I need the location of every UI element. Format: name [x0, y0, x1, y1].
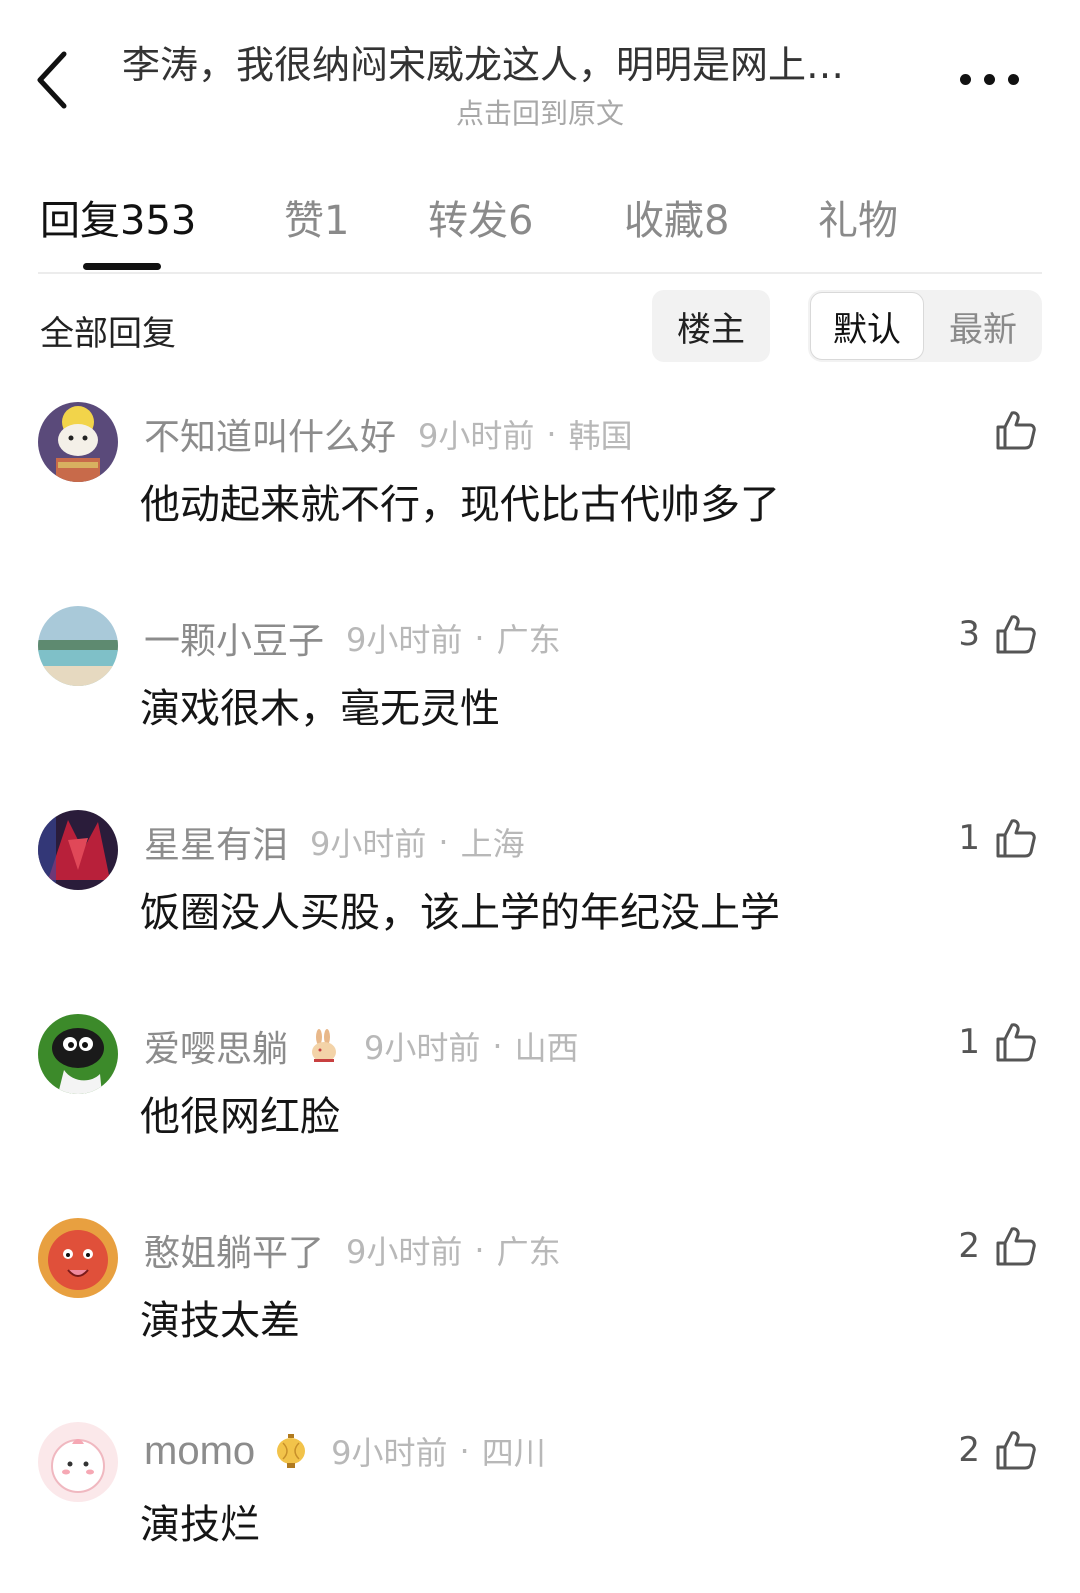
comment-text[interactable]: 演技烂 — [140, 1492, 260, 1550]
comment-text[interactable]: 饭圈没人买股，该上学的年纪没上学 — [140, 880, 780, 938]
tab-reposts[interactable]: 转发6 — [428, 188, 533, 246]
more-dots-icon — [960, 74, 971, 85]
sort-latest-button[interactable]: 最新 — [926, 292, 1040, 360]
username[interactable]: 憨姐躺平了 — [144, 1224, 324, 1276]
comment-item: momo 9小时前 · 四川 演技烂 2 — [0, 1422, 1080, 1592]
avatar[interactable] — [38, 606, 118, 686]
sort-toggle: 默认 最新 — [808, 290, 1042, 362]
rabbit-badge-icon — [312, 1029, 337, 1062]
more-button[interactable] — [960, 62, 1030, 98]
timestamp: 9小时前 — [346, 1233, 463, 1271]
sort-default-button[interactable]: 默认 — [810, 292, 924, 360]
avatar[interactable] — [38, 1218, 118, 1298]
thumbs-up-icon — [996, 411, 1036, 450]
divider — [38, 272, 1042, 274]
op-only-button[interactable]: 楼主 — [652, 290, 770, 362]
username[interactable]: 不知道叫什么好 — [144, 408, 396, 460]
like-button[interactable]: 1 — [958, 1020, 1038, 1064]
comment-text[interactable]: 演戏很木，毫无灵性 — [140, 676, 500, 734]
username[interactable]: 一颗小豆子 — [144, 612, 324, 664]
like-button[interactable]: 2 — [958, 1428, 1038, 1472]
comment-item: 爱嘤思躺 9小时前 · 山西 他很网红脸 1 — [0, 1014, 1080, 1184]
active-tab-indicator — [83, 263, 161, 270]
comment-text[interactable]: 演技太差 — [140, 1288, 300, 1346]
like-button[interactable] — [980, 408, 1038, 452]
back-to-original-link[interactable]: 点击回到原文 — [0, 92, 1080, 132]
location: 山西 — [514, 1029, 579, 1067]
timestamp: 9小时前 — [364, 1029, 481, 1067]
post-title[interactable]: 李涛，我很纳闷宋威龙这人，明明是网上… — [122, 34, 942, 89]
location: 四川 — [481, 1434, 546, 1472]
location: 上海 — [460, 825, 525, 863]
username[interactable]: momo — [144, 1429, 255, 1474]
like-button[interactable]: 3 — [958, 612, 1038, 656]
timestamp: 9小时前 — [331, 1434, 448, 1472]
tab-bar: 回复353 赞1 转发6 收藏8 礼物 — [0, 180, 1080, 270]
lantern-badge-icon — [277, 1434, 306, 1468]
username[interactable]: 爱嘤思躺 — [144, 1020, 288, 1072]
all-replies-label: 全部回复 — [40, 314, 176, 354]
like-count: 1 — [958, 818, 980, 858]
like-count: 1 — [958, 1022, 980, 1062]
like-count: 3 — [958, 614, 980, 654]
like-button[interactable]: 1 — [958, 816, 1038, 860]
comment-item: 憨姐躺平了 9小时前 · 广东 演技太差 2 — [0, 1218, 1080, 1388]
thumbs-up-icon — [996, 615, 1036, 654]
timestamp: 9小时前 — [310, 825, 427, 863]
tab-gifts[interactable]: 礼物 — [818, 188, 898, 246]
timestamp: 9小时前 — [418, 417, 535, 455]
like-count: 2 — [958, 1226, 980, 1266]
avatar[interactable] — [38, 402, 118, 482]
thumbs-up-icon — [996, 1023, 1036, 1062]
avatar[interactable] — [38, 810, 118, 890]
thumbs-up-icon — [996, 1431, 1036, 1470]
thumbs-up-icon — [996, 1227, 1036, 1266]
avatar[interactable] — [38, 1422, 118, 1502]
thumbs-up-icon — [996, 819, 1036, 858]
location: 广东 — [496, 621, 561, 659]
timestamp: 9小时前 — [346, 621, 463, 659]
top-bar: 李涛，我很纳闷宋威龙这人，明明是网上… 点击回到原文 — [0, 0, 1080, 150]
username[interactable]: 星星有泪 — [144, 816, 288, 868]
like-count: 2 — [958, 1430, 980, 1470]
location: 韩国 — [568, 417, 633, 455]
avatar[interactable] — [38, 1014, 118, 1094]
comment-text[interactable]: 他动起来就不行，现代比古代帅多了 — [140, 472, 780, 530]
tab-likes[interactable]: 赞1 — [284, 188, 349, 246]
comment-text[interactable]: 他很网红脸 — [140, 1084, 340, 1142]
tab-favorites[interactable]: 收藏8 — [624, 188, 729, 246]
tab-replies[interactable]: 回复353 — [40, 188, 196, 246]
comment-item: 不知道叫什么好 9小时前 · 韩国 他动起来就不行，现代比古代帅多了 — [0, 402, 1080, 572]
like-button[interactable]: 2 — [958, 1224, 1038, 1268]
comment-item: 星星有泪 9小时前 · 上海 饭圈没人买股，该上学的年纪没上学 1 — [0, 810, 1080, 980]
comment-item: 一颗小豆子 9小时前 · 广东 演戏很木，毫无灵性 3 — [0, 606, 1080, 776]
location: 广东 — [496, 1233, 561, 1271]
